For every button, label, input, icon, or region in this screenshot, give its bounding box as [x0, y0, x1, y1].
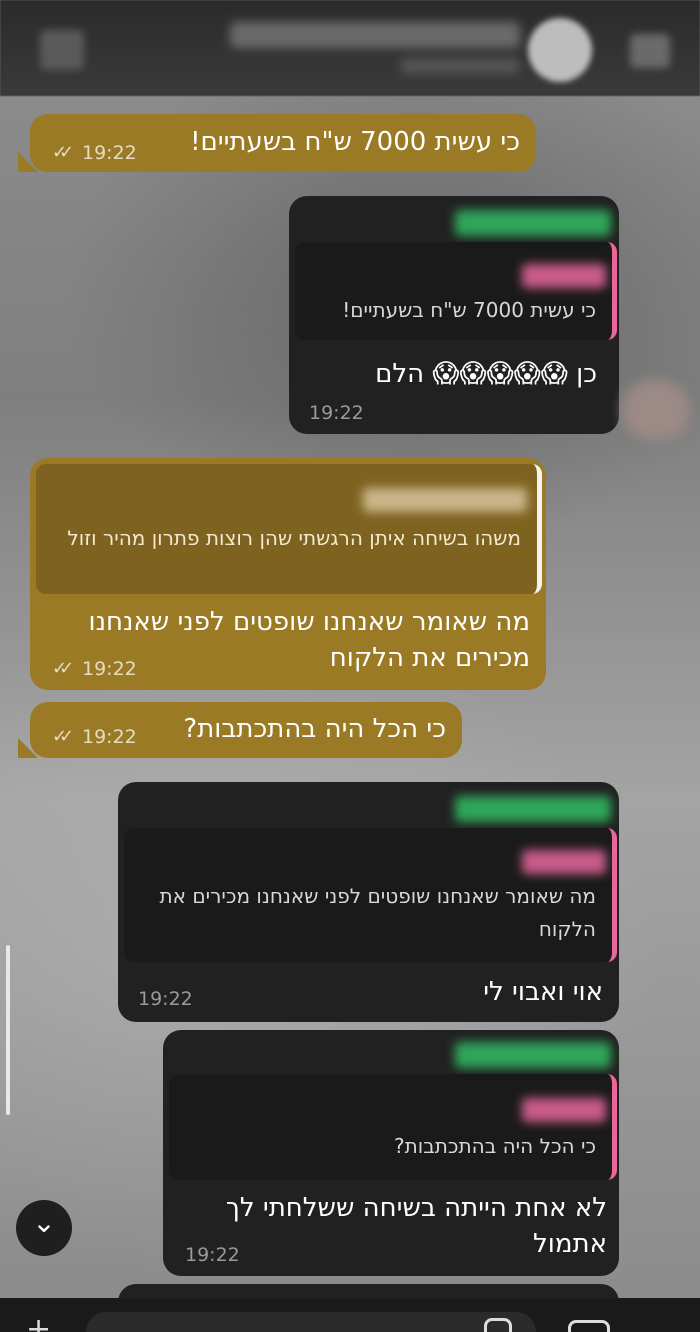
message-time: 19:22 [82, 658, 137, 680]
message-bubble-outgoing[interactable]: כי הכל היה בהתכתבות? ✓✓ 19:22 [30, 702, 462, 758]
message-bubble-incoming[interactable]: כי עשית 7000 ש"ח בשעתיים! כן 😱😱😱😱😱 הלם 1… [289, 196, 619, 434]
back-button[interactable] [40, 30, 84, 70]
quote-text: משהו בשיחה איתן הרגשתי שהן רוצות פתרון מ… [67, 526, 521, 550]
quote-text: כי הכל היה בהתכתבות? [393, 1134, 596, 1158]
message-bubble-incoming[interactable]: כי הכל היה בהתכתבות? לא אחת הייתה בשיחה … [163, 1030, 619, 1276]
plus-icon[interactable]: + [26, 1312, 51, 1332]
reply-quote[interactable]: מה שאומר שאנחנו שופטים לפני שאנחנו מכירי… [124, 828, 617, 962]
sticker-icon[interactable] [484, 1318, 512, 1332]
chat-avatar[interactable] [528, 18, 592, 82]
quote-text: כי עשית 7000 ש"ח בשעתיים! [342, 298, 596, 322]
sender-name [455, 210, 611, 236]
message-bubble-incoming[interactable]: מה שאומר שאנחנו שופטים לפני שאנחנו מכירי… [118, 782, 619, 1022]
message-input[interactable] [86, 1312, 536, 1332]
quote-text: מה שאומר שאנחנו שופטים לפני שאנחנו מכירי… [159, 884, 597, 941]
message-time: 19:22 [185, 1244, 240, 1266]
quote-sender-name [522, 1098, 606, 1122]
read-ticks-icon: ✓✓ [52, 726, 74, 747]
message-text: כי עשית 7000 ש"ח בשעתיים! [190, 127, 520, 157]
sender-avatar[interactable] [622, 380, 690, 440]
scroll-down-button[interactable]: ⌄ [16, 1200, 72, 1256]
chat-subtitle [400, 58, 520, 74]
sender-name [455, 1042, 611, 1068]
message-bubble-outgoing[interactable]: כי עשית 7000 ש"ח בשעתיים! ✓✓ 19:22 [30, 114, 536, 172]
chat-title[interactable] [230, 22, 520, 48]
quote-sender-name [522, 264, 606, 288]
reply-quote[interactable]: משהו בשיחה איתן הרגשתי שהן רוצות פתרון מ… [36, 464, 542, 594]
message-text: כי הכל היה בהתכתבות? [183, 714, 446, 744]
sender-name [455, 796, 611, 822]
message-text: לא אחת הייתה בשיחה ששלחתי לך אתמול [225, 1193, 607, 1259]
message-time: 19:22 [309, 402, 364, 424]
reply-quote[interactable]: כי הכל היה בהתכתבות? [169, 1074, 617, 1180]
chat-header [0, 0, 700, 96]
message-time: 19:22 [82, 726, 137, 748]
message-text: כן 😱😱😱😱😱 הלם [375, 359, 597, 389]
message-time: 19:22 [82, 142, 137, 164]
message-text: אוי ואבוי לי [483, 977, 603, 1007]
reply-quote[interactable]: כי עשית 7000 ש"ח בשעתיים! [295, 242, 617, 340]
message-bubble-outgoing[interactable]: משהו בשיחה איתן הרגשתי שהן רוצות פתרון מ… [30, 458, 546, 690]
quote-sender-name [522, 850, 606, 874]
scrollbar[interactable] [6, 945, 10, 1115]
camera-icon[interactable] [568, 1320, 610, 1332]
quote-sender-name [363, 488, 527, 512]
menu-icon[interactable] [630, 34, 670, 68]
read-ticks-icon: ✓✓ [52, 658, 74, 679]
message-time: 19:22 [138, 988, 193, 1010]
chevron-down-icon: ⌄ [32, 1205, 56, 1239]
read-ticks-icon: ✓✓ [52, 142, 74, 163]
